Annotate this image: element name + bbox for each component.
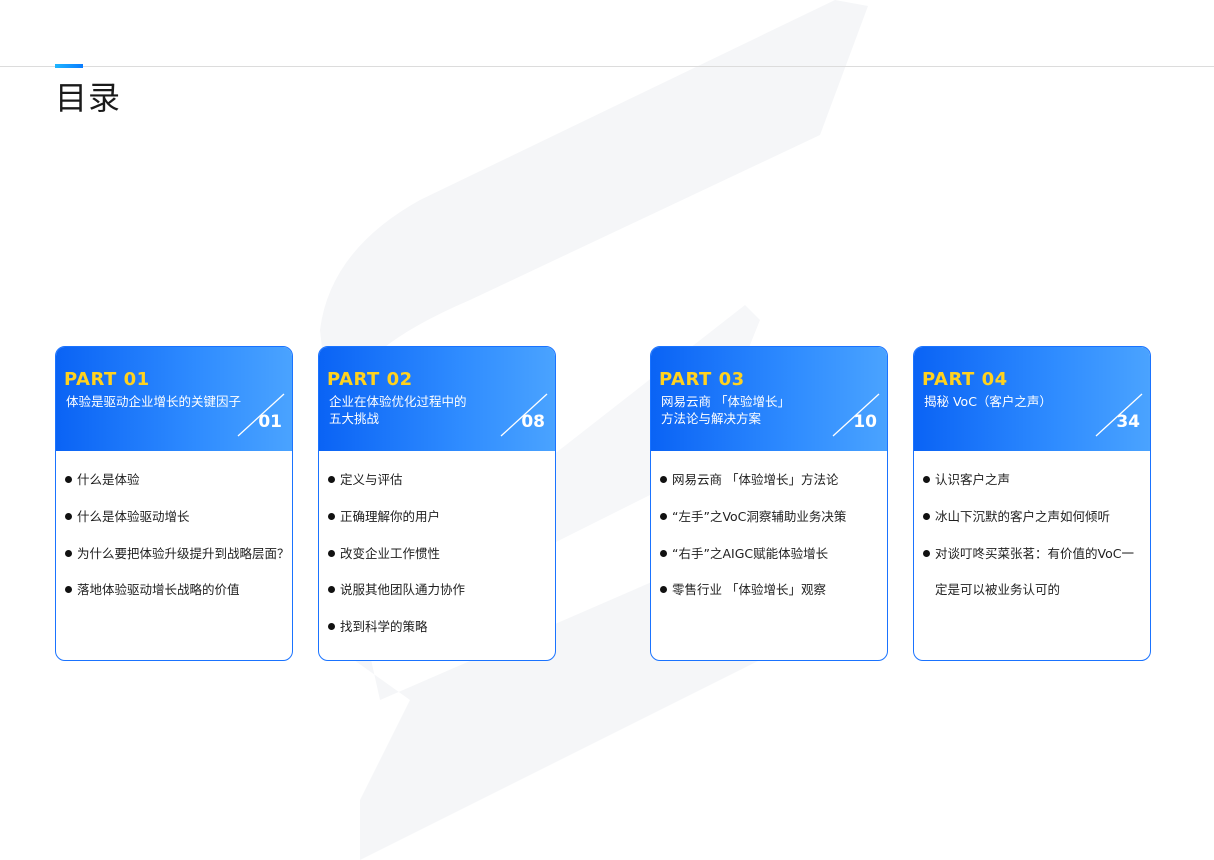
list-item[interactable]: 冰山下沉默的客户之声如何倾听: [923, 508, 1150, 526]
list-item[interactable]: 改变企业工作惯性: [328, 545, 555, 563]
part-title: 揭秘 VoC（客户之声）: [924, 393, 1104, 410]
part-page-number: 08: [521, 412, 545, 432]
toc-card-part-01[interactable]: PART 01 体验是驱动企业增长的关键因子 01 什么是体验 什么是体验驱动增…: [55, 346, 293, 661]
list-item[interactable]: 什么是体验: [65, 471, 292, 489]
card-header: PART 01 体验是驱动企业增长的关键因子 01: [56, 347, 292, 451]
toc-card-part-03[interactable]: PART 03 网易云商 「体验增长」 方法论与解决方案 10 网易云商 「体验…: [650, 346, 888, 661]
card-item-list: 认识客户之声 冰山下沉默的客户之声如何倾听 对谈叮咚买菜张茗：有价值的VoC一 …: [914, 451, 1150, 599]
part-title-line: 企业在体验优化过程中的: [329, 394, 467, 409]
card-item-list: 什么是体验 什么是体验驱动增长 为什么要把体验升级提升到战略层面？ 落地体验驱动…: [56, 451, 292, 599]
toc-card-part-04[interactable]: PART 04 揭秘 VoC（客户之声） 34 认识客户之声 冰山下沉默的客户之…: [913, 346, 1151, 661]
list-item[interactable]: 零售行业 「体验增长」观察: [660, 581, 887, 599]
part-title-line: 揭秘 VoC（客户之声）: [924, 394, 1052, 409]
list-item[interactable]: 网易云商 「体验增长」方法论: [660, 471, 887, 489]
part-title: 体验是驱动企业增长的关键因子: [66, 393, 246, 410]
list-item[interactable]: 什么是体验驱动增长: [65, 508, 292, 526]
part-title: 企业在体验优化过程中的 五大挑战: [329, 393, 509, 427]
title-accent-bar: [55, 64, 83, 68]
part-title-line: 方法论与解决方案: [661, 411, 762, 426]
list-item[interactable]: “左手”之VoC洞察辅助业务决策: [660, 508, 887, 526]
part-title: 网易云商 「体验增长」 方法论与解决方案: [661, 393, 841, 427]
part-title-line: 五大挑战: [329, 411, 380, 426]
list-item-continuation[interactable]: 定是可以被业务认可的: [923, 581, 1150, 599]
part-label: PART 04: [922, 369, 1008, 390]
card-header: PART 04 揭秘 VoC（客户之声） 34: [914, 347, 1150, 451]
part-page-number: 01: [258, 412, 282, 432]
card-header: PART 03 网易云商 「体验增长」 方法论与解决方案 10: [651, 347, 887, 451]
part-label: PART 03: [659, 369, 745, 390]
list-item[interactable]: 落地体验驱动增长战略的价值: [65, 581, 292, 599]
page-title: 目录: [55, 79, 122, 117]
list-item[interactable]: 找到科学的策略: [328, 618, 555, 636]
part-page-number: 10: [853, 412, 877, 432]
card-header: PART 02 企业在体验优化过程中的 五大挑战 08: [319, 347, 555, 451]
part-label: PART 01: [64, 369, 150, 390]
card-item-list: 定义与评估 正确理解你的用户 改变企业工作惯性 说服其他团队通力协作 找到科学的…: [319, 451, 555, 636]
list-item[interactable]: 为什么要把体验升级提升到战略层面？: [65, 545, 292, 563]
list-item[interactable]: “右手”之AIGC赋能体验增长: [660, 545, 887, 563]
list-item[interactable]: 认识客户之声: [923, 471, 1150, 489]
toc-card-part-02[interactable]: PART 02 企业在体验优化过程中的 五大挑战 08 定义与评估 正确理解你的…: [318, 346, 556, 661]
part-title-line: 网易云商 「体验增长」: [661, 394, 790, 409]
part-title-line: 体验是驱动企业增长的关键因子: [66, 394, 242, 409]
top-divider-line: [0, 66, 1214, 67]
list-item[interactable]: 对谈叮咚买菜张茗：有价值的VoC一: [923, 545, 1150, 563]
list-item[interactable]: 定义与评估: [328, 471, 555, 489]
list-item[interactable]: 正确理解你的用户: [328, 508, 555, 526]
card-item-list: 网易云商 「体验增长」方法论 “左手”之VoC洞察辅助业务决策 “右手”之AIG…: [651, 451, 887, 599]
list-item[interactable]: 说服其他团队通力协作: [328, 581, 555, 599]
part-page-number: 34: [1116, 412, 1140, 432]
part-label: PART 02: [327, 369, 413, 390]
